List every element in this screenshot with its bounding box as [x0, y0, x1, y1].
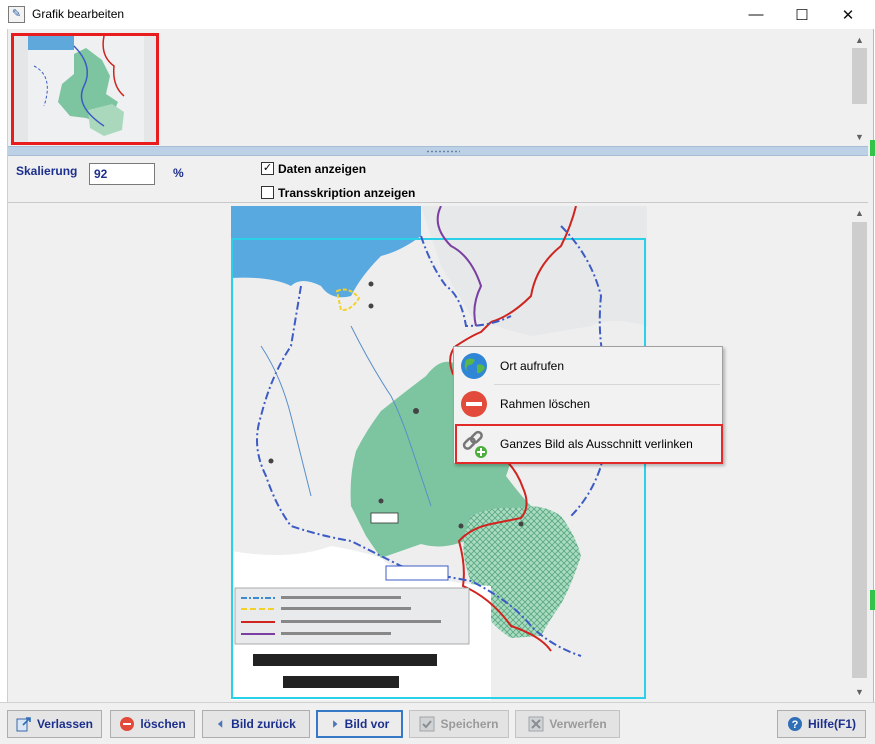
save-icon [419, 716, 435, 732]
splitter-grip-icon[interactable] [426, 150, 460, 153]
save-button[interactable]: Speichern [409, 710, 509, 738]
discard-icon [528, 716, 544, 732]
delete-button[interactable]: löschen [110, 710, 195, 738]
remove-icon [461, 391, 487, 417]
menu-item-label: Rahmen löschen [500, 397, 591, 411]
app-icon: ✎ [8, 6, 25, 23]
scroll-up-arrow-icon[interactable]: ▲ [851, 31, 868, 48]
arrow-right-icon [332, 720, 338, 728]
menu-item-delete-frame[interactable]: Rahmen löschen [454, 385, 722, 423]
thumbnail-scrollbar[interactable]: ▲ ▼ [851, 31, 868, 145]
previous-image-button[interactable]: Bild zurück [202, 710, 310, 738]
next-image-label: Bild vor [344, 717, 390, 731]
minimize-button[interactable]: — [733, 0, 779, 29]
help-label: Hilfe(F1) [808, 717, 856, 731]
context-menu: Ort aufrufen Rahmen löschen Ganzes Bild … [453, 346, 723, 464]
next-image-button[interactable]: Bild vor [316, 710, 403, 738]
menu-item-highlight [455, 424, 723, 464]
help-button[interactable]: ? Hilfe(F1) [777, 710, 866, 738]
maximize-button[interactable]: ☐ [779, 0, 825, 29]
scale-label: Skalierung [16, 164, 78, 178]
checkmark-icon: ✓ [262, 162, 273, 174]
thumbnail-selected[interactable] [11, 33, 159, 145]
exit-button[interactable]: Verlassen [7, 710, 102, 738]
globe-icon [461, 353, 487, 379]
image-scroll-thumb[interactable] [852, 222, 867, 678]
thumbnail-scroll-thumb[interactable] [852, 48, 867, 104]
edge-accent [870, 590, 875, 610]
show-data-label[interactable]: Daten anzeigen [278, 162, 366, 176]
left-edge-strip [0, 29, 8, 744]
close-button[interactable]: ✕ [825, 0, 871, 29]
scale-unit: % [173, 166, 184, 180]
window-title: Grafik bearbeiten [32, 7, 125, 21]
help-icon: ? [788, 717, 802, 731]
show-transcription-checkbox[interactable] [261, 186, 274, 199]
scale-input[interactable]: 92 [89, 163, 155, 185]
save-label: Speichern [440, 717, 499, 731]
show-transcription-label[interactable]: Transskription anzeigen [278, 186, 415, 200]
scroll-up-arrow-icon[interactable]: ▲ [851, 204, 868, 221]
show-data-checkbox[interactable]: ✓ [261, 162, 274, 175]
delete-label: löschen [140, 717, 186, 731]
svg-text:?: ? [792, 719, 799, 731]
panel-splitter[interactable] [8, 146, 868, 156]
scroll-down-arrow-icon[interactable]: ▼ [851, 128, 868, 145]
previous-image-label: Bild zurück [231, 717, 296, 731]
thumbnail-map-image [14, 36, 156, 142]
menu-item-open-location[interactable]: Ort aufrufen [454, 347, 722, 385]
exit-label: Verlassen [36, 717, 94, 731]
scroll-down-arrow-icon[interactable]: ▼ [851, 683, 868, 700]
menu-item-label: Ort aufrufen [500, 359, 565, 373]
exit-icon [16, 717, 31, 732]
discard-button[interactable]: Verwerfen [515, 710, 620, 738]
delete-icon [120, 717, 135, 731]
discard-label: Verwerfen [549, 717, 607, 731]
edge-accent [870, 140, 875, 156]
arrow-left-icon [218, 720, 223, 728]
